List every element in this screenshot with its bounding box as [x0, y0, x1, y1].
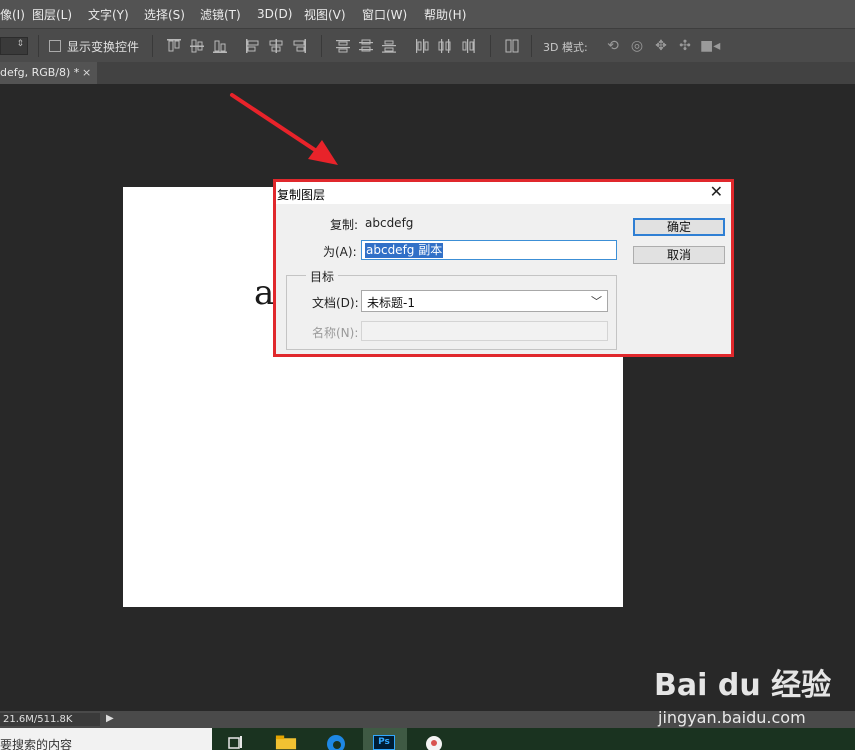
dialog-body: 复制: abcdefg 为(A): abcdefg 副本 目标 文档(D): 未… [276, 204, 731, 354]
menu-bar: 像(I) 图层(L) 文字(Y) 选择(S) 滤镜(T) 3D(D) 视图(V)… [0, 0, 855, 28]
task-view-icon[interactable] [226, 732, 248, 750]
taskbar: 要搜索的内容 Ps [0, 728, 855, 750]
document-select-value: 未标题-1 [367, 296, 415, 310]
menu-filter[interactable]: 滤镜(T) [200, 6, 241, 23]
name-label: 名称(N): [312, 326, 359, 340]
watermark-url: jingyan.baidu.com [658, 708, 806, 727]
destination-group-title: 目标 [306, 268, 339, 285]
mode-3d-label: 3D 模式: [543, 41, 588, 54]
tab-close-icon[interactable]: × [82, 62, 91, 84]
cancel-button[interactable]: 取消 [633, 246, 725, 264]
file-explorer-icon[interactable] [275, 732, 297, 750]
show-transform-label: 显示变换控件 [67, 40, 140, 54]
spinner-arrows-icon: ⇕ [16, 39, 24, 49]
menu-help[interactable]: 帮助(H) [424, 6, 466, 23]
baidu-watermark: Bai du 经验 jingyan.baidu.com [650, 660, 850, 730]
document-tab-title: defg, RGB/8) * [0, 66, 80, 79]
as-label: 为(A): [323, 245, 357, 259]
annotation-arrow-icon [230, 93, 338, 165]
document-select[interactable]: 未标题-1 ﹀ [361, 290, 608, 312]
status-menu-arrow-icon[interactable]: ▶ [106, 713, 114, 724]
rotate-3d-icon[interactable]: ⟲ [604, 38, 622, 54]
menu-view[interactable]: 视图(V) [304, 6, 346, 23]
dialog-title: 复制图层 [277, 188, 326, 202]
menu-type[interactable]: 文字(Y) [88, 6, 129, 23]
roll-3d-icon[interactable]: ◎ [628, 38, 646, 54]
taskbar-search[interactable]: 要搜索的内容 [0, 728, 212, 750]
distribute-top-icon[interactable] [336, 39, 350, 53]
document-size: 21.6M/511.8K [0, 713, 100, 726]
menu-layer[interactable]: 图层(L) [32, 6, 72, 23]
layer-name-input[interactable]: abcdefg 副本 [361, 240, 617, 260]
layer-name-selection: abcdefg 副本 [365, 243, 444, 258]
divider [531, 35, 532, 57]
document-tab-bar: defg, RGB/8) * × [0, 62, 855, 84]
close-icon[interactable]: ✕ [710, 183, 723, 201]
copy-value: abcdefg [365, 216, 414, 230]
distribute-left-icon[interactable] [415, 39, 429, 53]
distribute-right-icon[interactable] [461, 39, 475, 53]
edge-browser-icon[interactable] [325, 732, 347, 750]
distribute-hcenter-icon[interactable] [438, 39, 452, 53]
tool-preset-spinner[interactable]: ⇕ [0, 37, 28, 55]
scale-3d-icon[interactable]: ■◂ [700, 38, 720, 54]
pan-3d-icon[interactable]: ✥ [652, 38, 670, 54]
align-left-icon[interactable] [246, 39, 260, 53]
chevron-down-icon: ﹀ [591, 295, 602, 308]
document-tab[interactable]: defg, RGB/8) * × [0, 62, 97, 84]
divider [38, 35, 39, 57]
menu-image[interactable]: 像(I) [0, 6, 25, 23]
show-transform-checkbox[interactable] [49, 40, 61, 52]
taskbar-search-text: 要搜索的内容 [0, 738, 73, 750]
divider [321, 35, 322, 57]
divider [152, 35, 153, 57]
menu-3d[interactable]: 3D(D) [257, 7, 292, 21]
align-hcenter-icon[interactable] [269, 39, 283, 53]
dialog-title-bar[interactable]: 复制图层 ✕ [276, 182, 731, 204]
divider [490, 35, 491, 57]
photoshop-icon: Ps [373, 735, 395, 750]
menu-window[interactable]: 窗口(W) [362, 6, 407, 23]
options-bar: ⇕ 显示变换控件 3D 模式: ⟲ ◎ ✥ ✣ ■◂ [0, 28, 855, 62]
artboard-name-input [361, 321, 608, 341]
align-top-icon[interactable] [167, 39, 181, 53]
align-vcenter-icon[interactable] [190, 39, 204, 53]
menu-select[interactable]: 选择(S) [144, 6, 185, 23]
align-bottom-icon[interactable] [213, 39, 227, 53]
auto-align-icon[interactable] [505, 39, 519, 53]
canvas-text-layer: a [254, 273, 275, 313]
distribute-vcenter-icon[interactable] [359, 39, 373, 53]
align-right-icon[interactable] [292, 39, 306, 53]
app-avatar-icon[interactable] [423, 732, 445, 750]
document-label: 文档(D): [312, 296, 359, 310]
duplicate-layer-dialog: 复制图层 ✕ 复制: abcdefg 为(A): abcdefg 副本 目标 文… [273, 179, 734, 357]
watermark-brand: Bai du 经验 [654, 668, 832, 703]
copy-label: 复制: [330, 218, 359, 232]
slide-3d-icon[interactable]: ✣ [676, 38, 694, 54]
ok-button[interactable]: 确定 [633, 218, 725, 236]
distribute-bottom-icon[interactable] [382, 39, 396, 53]
